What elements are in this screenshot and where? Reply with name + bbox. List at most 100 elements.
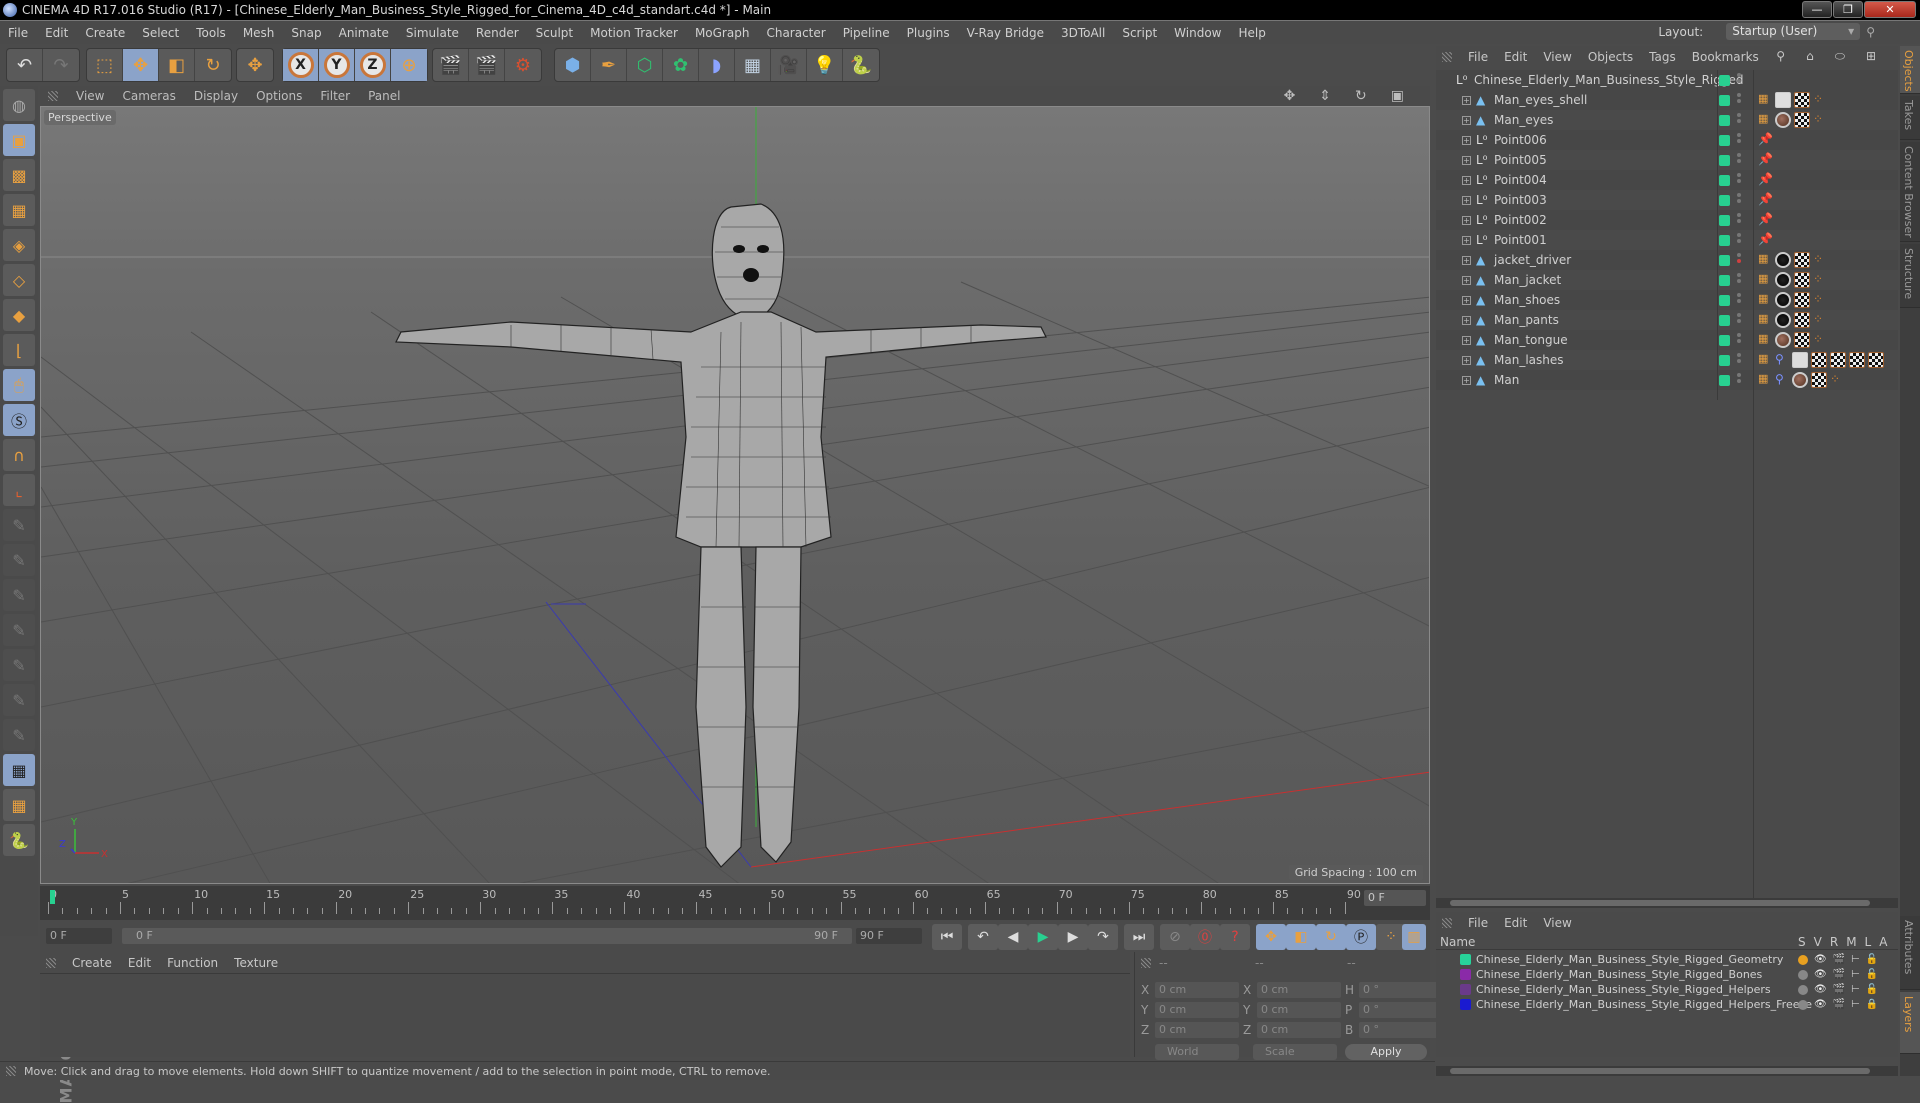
size-mode-dropdown[interactable]: Scale <box>1253 1044 1337 1060</box>
material-tag-icon[interactable] <box>1775 332 1791 348</box>
menu-help[interactable]: Help <box>1238 26 1265 40</box>
layer-color-swatch[interactable] <box>1460 999 1471 1010</box>
close-button[interactable]: ✕ <box>1864 1 1916 18</box>
layer-row[interactable]: Chinese_Elderly_Man_Business_Style_Rigge… <box>1436 967 1898 982</box>
expand-toggle[interactable]: + <box>1462 335 1471 345</box>
keyframe-selection-button[interactable]: ? <box>1220 924 1250 950</box>
coordinate-space-dropdown[interactable]: World <box>1155 1044 1239 1060</box>
layer-color-swatch[interactable] <box>1719 274 1730 286</box>
visibility-dots[interactable] <box>1737 253 1741 265</box>
expand-toggle[interactable]: + <box>1462 115 1471 125</box>
pos-z-field[interactable]: 0 cm <box>1155 1022 1239 1038</box>
weight-tag-icon[interactable]: ▦ <box>1758 272 1772 288</box>
visibility-dots[interactable] <box>1737 173 1741 185</box>
key-parameter-button[interactable]: Ⓟ <box>1346 924 1376 950</box>
previous-key-button[interactable]: ↶ <box>968 924 998 950</box>
weight-tag-icon[interactable]: ▦ <box>1758 92 1772 108</box>
viewport-menu-options[interactable]: Options <box>256 89 302 103</box>
material-tag-icon[interactable] <box>1792 352 1808 368</box>
uvw-tag-icon[interactable] <box>1794 312 1810 328</box>
constraint-tag-icon[interactable]: 📌 <box>1758 232 1773 248</box>
locked-workplane-icon[interactable]: ▦ <box>3 754 35 786</box>
constraint-tag-icon[interactable]: 📌 <box>1758 172 1773 188</box>
render-clapper-icon[interactable]: 🎬 <box>1833 984 1845 995</box>
edges-mode-icon[interactable]: ◇ <box>3 264 35 296</box>
redo-button[interactable]: ↷ <box>43 49 79 81</box>
key-position-button[interactable]: ✥ <box>1256 924 1286 950</box>
y-axis-lock-button[interactable]: Y <box>319 49 355 81</box>
constraint-tag-icon[interactable]: 📌 <box>1758 132 1773 148</box>
point-selection-tag-icon[interactable]: ⁘ <box>1813 312 1827 328</box>
object-row[interactable]: + L⁰ Point001 📌 <box>1436 230 1898 250</box>
menu-plugins[interactable]: Plugins <box>907 26 950 40</box>
rot-p-field[interactable]: 0 ° <box>1359 1002 1443 1018</box>
animation-column-header[interactable]: A <box>1879 935 1887 949</box>
tab-structure[interactable]: Structure <box>1900 244 1920 308</box>
playhead[interactable] <box>50 890 55 904</box>
layer-color-swatch[interactable] <box>1719 74 1730 86</box>
panel-grip-icon[interactable] <box>1141 958 1151 968</box>
weight-tag-icon[interactable]: ▦ <box>1758 112 1772 128</box>
lock-closed-icon[interactable]: 🔒 <box>1866 999 1878 1010</box>
eye-icon[interactable]: 👁 <box>1814 984 1827 995</box>
layout-dropdown[interactable]: Startup (User) <box>1726 23 1861 40</box>
skin-tag-icon[interactable]: ⚲ <box>1775 352 1789 368</box>
menu-tools[interactable]: Tools <box>196 26 226 40</box>
viewport-menu-panel[interactable]: Panel <box>368 89 400 103</box>
maximize-button[interactable]: ❐ <box>1833 1 1863 18</box>
object-row[interactable]: + ▲ Man_eyes ▦ ⁘ <box>1436 110 1898 130</box>
point-selection-tag-icon[interactable]: ⁘ <box>1813 332 1827 348</box>
expand-toggle[interactable]: + <box>1462 155 1471 165</box>
planar-workplane-icon[interactable]: ▦ <box>3 789 35 821</box>
lm-menu-file[interactable]: File <box>1468 916 1488 930</box>
manager-icon[interactable]: ⊢ <box>1851 984 1860 995</box>
panel-grip-icon[interactable] <box>1442 918 1452 928</box>
apply-button[interactable]: Apply <box>1345 1044 1427 1060</box>
camera-icon[interactable]: 🎥 <box>771 49 807 81</box>
minimize-button[interactable]: — <box>1802 1 1832 18</box>
polygons-mode-icon[interactable]: ◆ <box>3 299 35 331</box>
layer-color-swatch[interactable] <box>1719 174 1730 186</box>
viewport-menu-display[interactable]: Display <box>194 89 238 103</box>
menu-motion-tracker[interactable]: Motion Tracker <box>590 26 678 40</box>
expand-toggle[interactable]: + <box>1462 215 1471 225</box>
workplane-mode-icon[interactable]: ▦ <box>3 194 35 226</box>
next-key-button[interactable]: ↷ <box>1088 924 1118 950</box>
viewport-menu-cameras[interactable]: Cameras <box>122 89 175 103</box>
layer-color-swatch[interactable] <box>1719 294 1730 306</box>
object-row[interactable]: + ▲ Man_lashes ▦ ⚲ <box>1436 350 1898 370</box>
expand-toggle[interactable]: + <box>1462 175 1471 185</box>
brush-grab-icon[interactable]: ✎ <box>3 684 35 716</box>
uvw-tag-icon[interactable] <box>1794 332 1810 348</box>
material-tag-icon[interactable] <box>1775 252 1791 268</box>
lock-open-icon[interactable]: 🔓 <box>1866 984 1878 995</box>
object-row-root[interactable]: L⁰ Chinese_Elderly_Man_Business_Style_Ri… <box>1436 70 1898 90</box>
material-tag-icon[interactable] <box>1775 292 1791 308</box>
cloner-icon[interactable]: ✿ <box>663 49 699 81</box>
om-menu-edit[interactable]: Edit <box>1504 50 1527 64</box>
visibility-dots[interactable] <box>1737 93 1741 105</box>
tab-content-browser[interactable]: Content Browser <box>1900 142 1920 242</box>
eye-icon[interactable]: 👁 <box>1814 999 1827 1010</box>
skin-tag-icon[interactable]: ⚲ <box>1775 372 1789 388</box>
menu-pipeline[interactable]: Pipeline <box>843 26 890 40</box>
menu-vray-bridge[interactable]: V-Ray Bridge <box>967 26 1044 40</box>
panel-grip-icon[interactable] <box>46 957 56 968</box>
end-frame-field[interactable]: 90 F <box>856 928 922 944</box>
object-row[interactable]: + L⁰ Point002 📌 <box>1436 210 1898 230</box>
layer-color-swatch[interactable] <box>1719 134 1730 146</box>
material-menu-texture[interactable]: Texture <box>234 956 278 970</box>
visibility-dots[interactable] <box>1737 153 1741 165</box>
visibility-dots[interactable] <box>1737 73 1741 85</box>
render-clapper-icon[interactable]: 🎬 <box>1833 969 1845 980</box>
object-row[interactable]: + ▲ Man_pants ▦ ⁘ <box>1436 310 1898 330</box>
menu-simulate[interactable]: Simulate <box>406 26 459 40</box>
workplane-axis-icon[interactable]: ⌞ <box>3 474 35 506</box>
object-row[interactable]: + ▲ jacket_driver ▦ ⁘ <box>1436 250 1898 270</box>
render-settings-icon[interactable]: ⚙ <box>505 49 541 81</box>
rotate-tool-icon[interactable]: ↻ <box>195 49 231 81</box>
visibility-dots[interactable] <box>1737 293 1741 305</box>
current-frame-field[interactable]: 0 F <box>1364 890 1426 906</box>
object-row[interactable]: + L⁰ Point004 📌 <box>1436 170 1898 190</box>
start-frame-field[interactable]: 0 F <box>46 928 112 944</box>
